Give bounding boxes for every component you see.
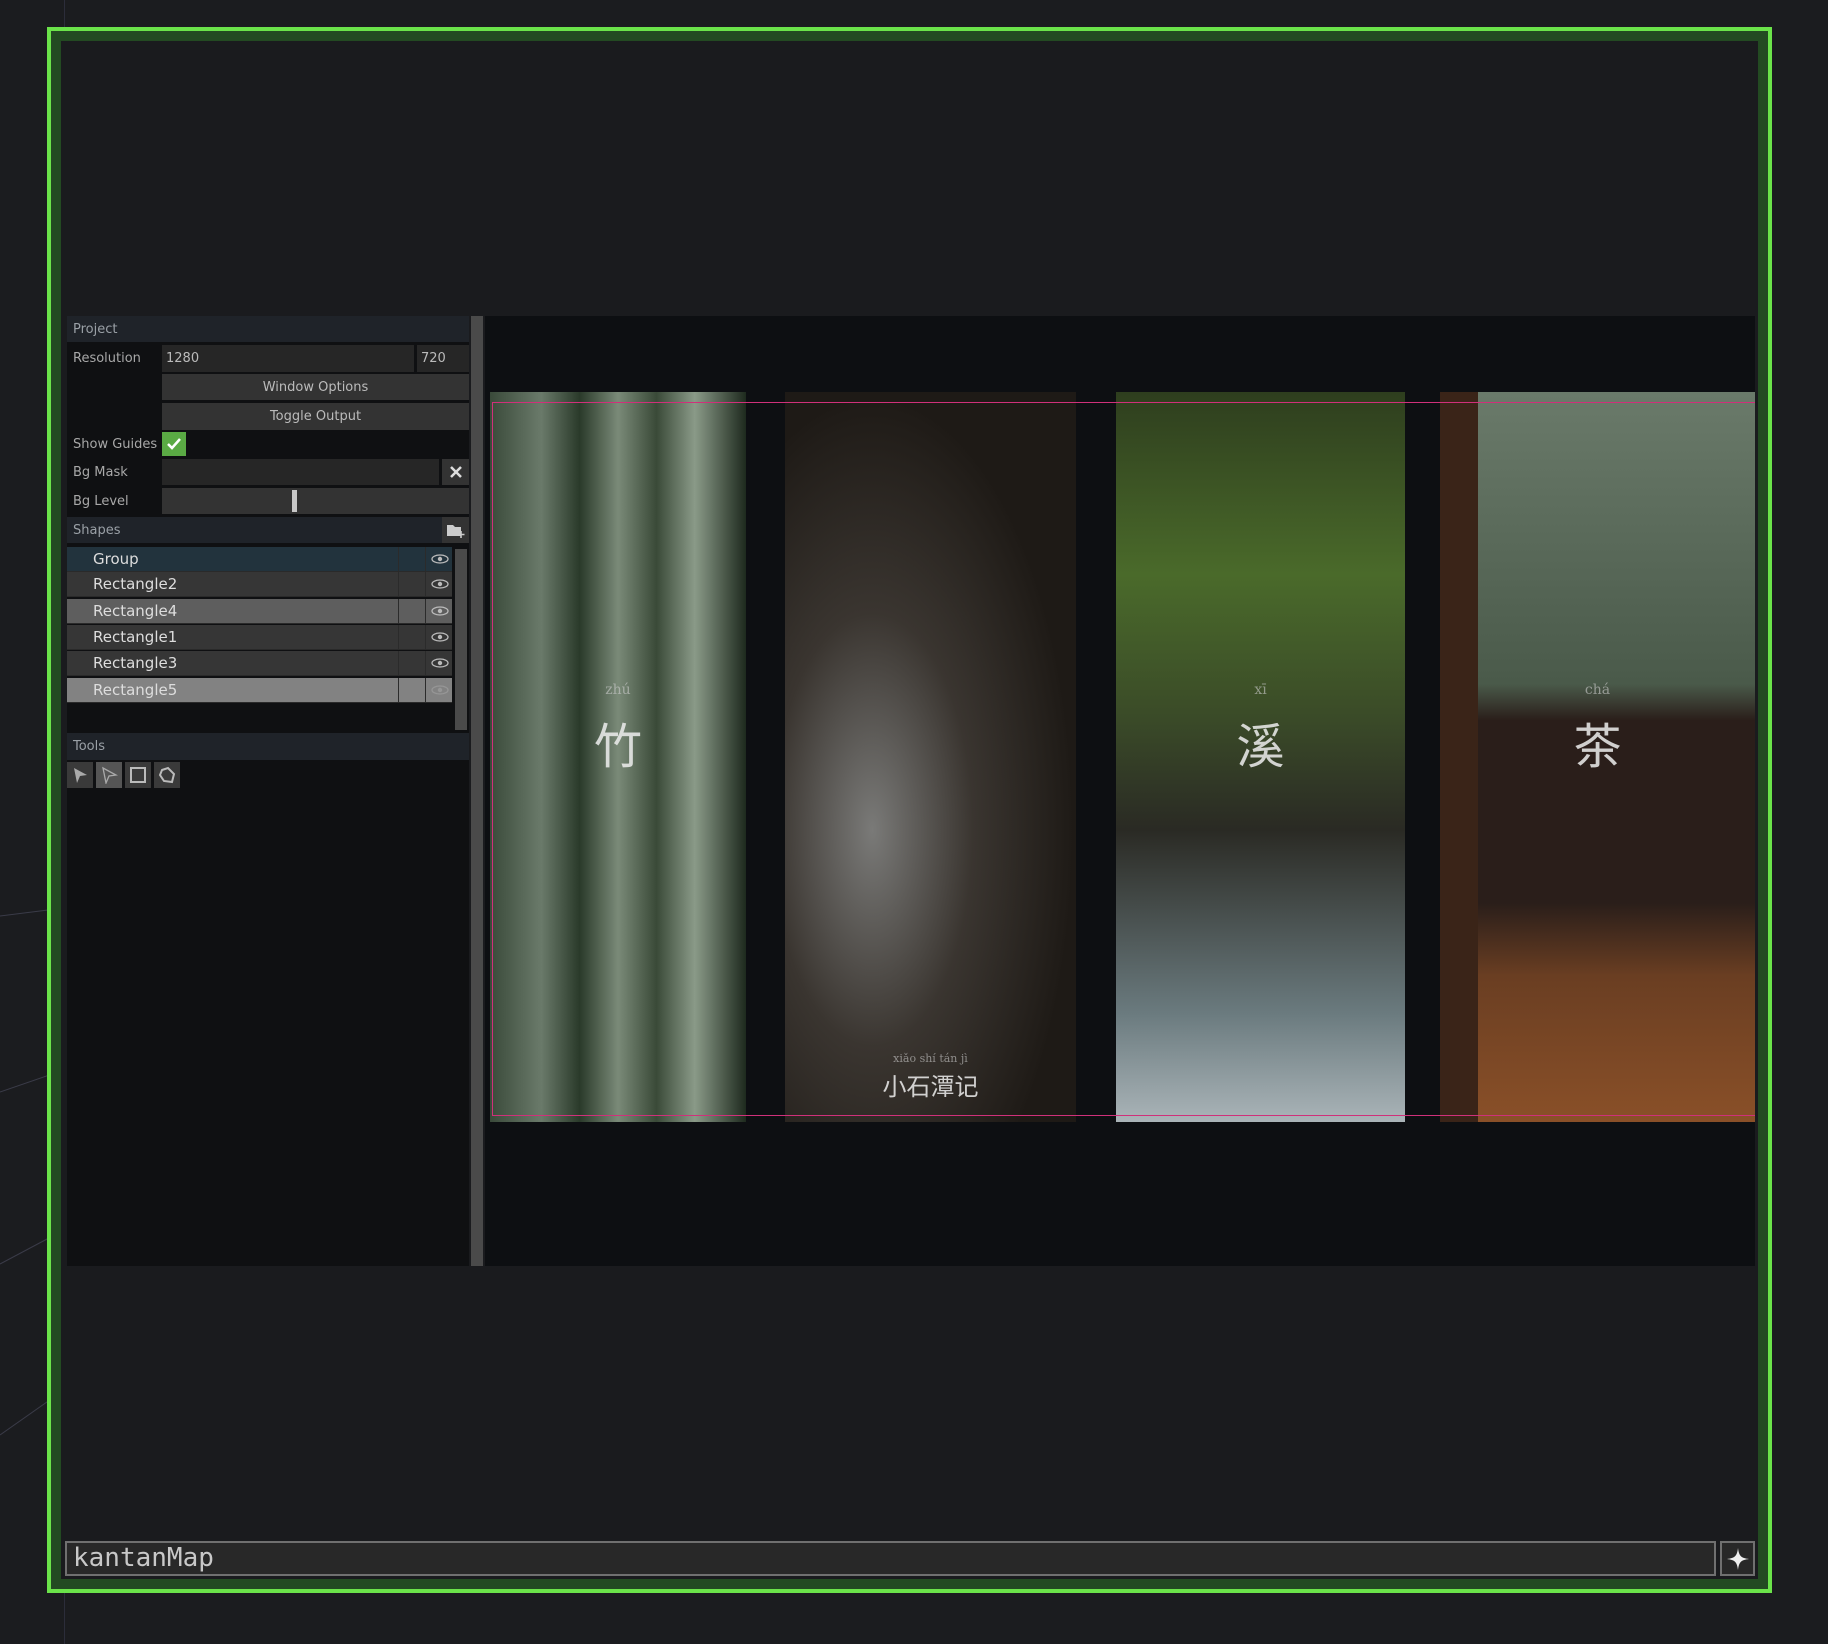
sparkle-icon xyxy=(1726,1547,1749,1570)
shape-list-item[interactable]: Group xyxy=(67,547,452,572)
direct-select-icon xyxy=(102,766,118,784)
shape-list-scrollbar[interactable] xyxy=(455,549,467,730)
eye-icon xyxy=(431,632,449,642)
clear-mask-button[interactable] xyxy=(442,459,469,485)
visibility-toggle[interactable] xyxy=(428,651,452,675)
visibility-toggle[interactable] xyxy=(428,599,452,623)
output-guide-rect xyxy=(492,402,1755,1116)
tools-header: Tools xyxy=(67,733,469,760)
select-tool-button[interactable] xyxy=(67,762,93,788)
rectangle-icon xyxy=(130,767,146,783)
shape-name: Rectangle1 xyxy=(93,628,178,646)
slider-handle[interactable] xyxy=(291,490,297,512)
node-action-button[interactable] xyxy=(1720,1541,1755,1576)
resolution-height-field[interactable]: 720 xyxy=(417,345,469,372)
show-guides-checkbox[interactable] xyxy=(162,432,186,456)
lasso-icon xyxy=(158,766,176,784)
shape-list-item[interactable]: Rectangle2 xyxy=(67,572,452,597)
shape-name: Rectangle2 xyxy=(93,575,178,593)
resolution-label: Resolution xyxy=(73,351,141,366)
select-icon xyxy=(74,768,87,783)
visibility-toggle[interactable] xyxy=(428,678,452,702)
close-icon xyxy=(449,466,462,478)
eye-icon xyxy=(431,579,449,589)
shape-name: Rectangle3 xyxy=(93,654,178,672)
window-options-button[interactable]: Window Options xyxy=(162,374,469,400)
eye-icon xyxy=(431,658,449,668)
shape-name: Rectangle5 xyxy=(93,681,178,699)
project-header: Project xyxy=(67,316,469,342)
bg-level-label: Bg Level xyxy=(73,493,129,509)
bg-mask-label: Bg Mask xyxy=(73,464,128,480)
shape-name: Rectangle4 xyxy=(93,602,178,620)
shape-name: Group xyxy=(93,550,139,568)
direct-select-tool-button[interactable] xyxy=(96,762,122,788)
bg-level-slider[interactable] xyxy=(162,488,469,514)
resolution-width-field[interactable]: 1280 xyxy=(162,345,414,372)
folder-add-icon xyxy=(446,525,464,538)
add-shape-button[interactable] xyxy=(442,517,469,543)
shape-list-item[interactable]: Rectangle3 xyxy=(67,651,452,676)
checkmark-icon xyxy=(167,438,181,450)
visibility-toggle[interactable] xyxy=(428,547,452,571)
toggle-output-button[interactable]: Toggle Output xyxy=(162,403,469,430)
show-guides-label: Show Guides xyxy=(73,437,158,452)
panel-scrollbar[interactable] xyxy=(471,316,483,1266)
visibility-toggle[interactable] xyxy=(428,625,452,649)
rectangle-tool-button[interactable] xyxy=(125,762,151,788)
shape-list-item[interactable]: Rectangle5 xyxy=(67,678,452,703)
lasso-tool-button[interactable] xyxy=(154,762,180,788)
node-name-field[interactable]: kantanMap xyxy=(65,1541,1716,1576)
visibility-toggle[interactable] xyxy=(428,572,452,596)
shape-list-item[interactable]: Rectangle1 xyxy=(67,625,452,650)
eye-icon xyxy=(431,606,449,616)
shapes-header: Shapes xyxy=(67,517,469,543)
eye-icon xyxy=(431,685,449,695)
eye-icon xyxy=(431,554,449,564)
shape-list-item[interactable]: Rectangle4 xyxy=(67,599,452,624)
bg-mask-field[interactable] xyxy=(162,459,439,485)
